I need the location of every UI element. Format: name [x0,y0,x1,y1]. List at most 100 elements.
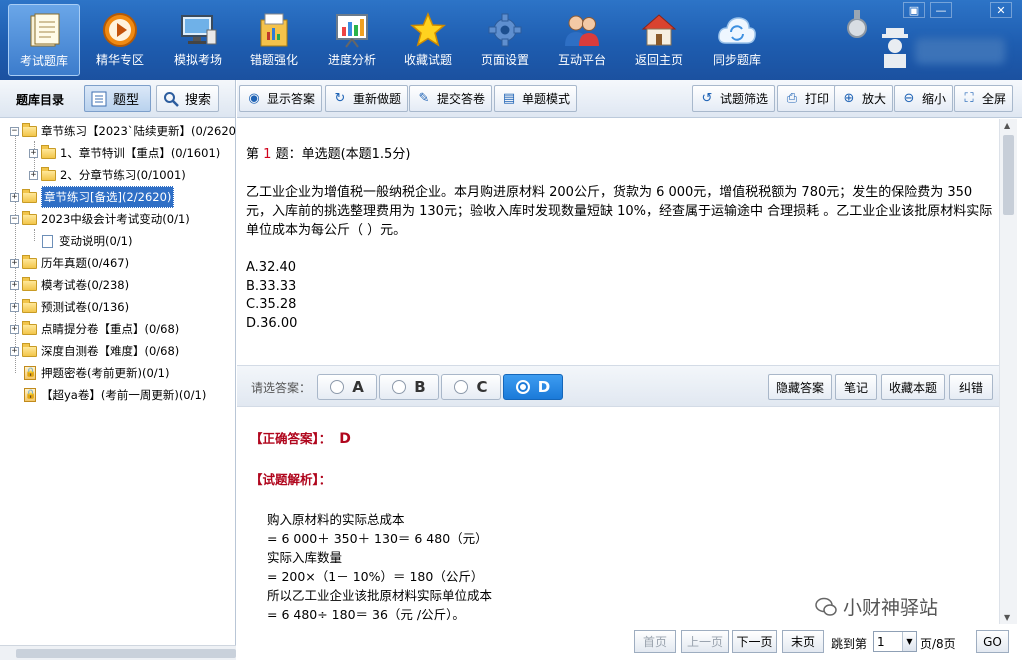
page-total: 页/8页 [920,637,956,651]
favorite-question-button[interactable]: 收藏本题 [881,374,945,400]
first-page-button[interactable]: 首页 [634,630,676,653]
option-d: D.36.00 [246,315,298,331]
tree-node[interactable]: 🔒 押题密卷(考前更新)(0/1) [24,363,169,383]
tree-node[interactable]: + 深度自测卷【难度】(0/68) [10,341,179,361]
folder-icon [41,144,56,159]
plus-icon: ⊕ [843,91,855,106]
fullscreen-icon: ⛶ [964,91,974,106]
tree-node[interactable]: + 点睛提分卷【重点】(0/68) [10,319,179,339]
show-answer-button[interactable]: ◉ 显示答案 [239,85,323,112]
watermark-text: 小财神驿站 [843,597,939,619]
toolbar-label: 模拟考场 [173,53,222,67]
search-label: 搜索 [185,93,212,108]
toolbar-mock-exam[interactable]: 模拟考场 [162,4,234,76]
tree-node[interactable]: 变动说明(0/1) [42,231,132,251]
single-mode-label: 单题模式 [522,92,571,106]
fullscreen-button[interactable]: ⛶ 全屏 [954,85,1014,112]
toolbar-exam-bank[interactable]: 考试题库 [8,4,80,76]
notes-button[interactable]: 笔记 [835,374,877,400]
tree-node[interactable]: − 2023中级会计考试变动(0/1) [10,209,190,229]
collapse-toggle[interactable]: − [10,214,19,224]
submit-button[interactable]: ✎ 提交答卷 [409,85,493,112]
analysis-line: 实际入库数量 [267,550,343,565]
tree-node[interactable]: 🔒 【超ya卷】(考前一周更新)(0/1) [24,385,206,405]
next-page-button[interactable]: 下一页 [732,630,777,653]
toolbar-interaction[interactable]: 互动平台 [546,4,618,76]
choice-a-button[interactable]: A [317,374,377,400]
filter-button[interactable]: ↺ 试题筛选 [692,85,776,112]
by-type-button[interactable]: 题型 [84,85,151,112]
expand-toggle[interactable]: + [10,280,19,290]
expand-toggle[interactable]: + [29,148,38,158]
search-button[interactable]: 搜索 [156,85,219,112]
tree-node[interactable]: + 预测试卷(0/136) [10,297,129,317]
tree-node[interactable]: + 章节练习[备选](2/2620) [10,186,175,208]
question-header: 第 1 题：单选题(本题1.5分) [246,145,1001,164]
expand-toggle[interactable]: + [10,324,19,334]
choice-label: D [537,378,551,396]
redo-label: 重新做题 [353,92,402,106]
zoom-out-label: 缩小 [922,92,947,106]
folder-icon [22,298,37,313]
pagination-bar: 首页 上一页 下一页 末页 跳到第 1 ▼ 页/8页 GO [237,624,1022,660]
expand-toggle[interactable]: + [10,302,19,312]
single-mode-button[interactable]: ▤ 单题模式 [494,85,578,112]
scrollbar-thumb[interactable] [16,649,236,658]
choice-c-button[interactable]: C [441,374,501,400]
expand-toggle[interactable]: + [10,192,19,202]
user-area[interactable] [847,8,1005,70]
last-page-button[interactable]: 末页 [782,630,824,653]
toolbar-page-settings[interactable]: 页面设置 [469,4,541,76]
toolbar-home[interactable]: 返回主页 [623,4,695,76]
hide-answer-button[interactable]: 隐藏答案 [768,374,832,400]
choice-b-button[interactable]: B [379,374,439,400]
toolbar-label: 精华专区 [95,53,144,67]
scroll-up-arrow-icon[interactable]: ▲ [1004,121,1010,130]
home-icon [639,10,679,50]
page-select[interactable]: 1 ▼ [873,631,917,652]
vertical-scrollbar[interactable]: ▲ ▼ [999,119,1017,624]
collapse-toggle[interactable]: − [10,126,19,136]
redo-button[interactable]: ↻ 重新做题 [325,85,409,112]
folder-icon [22,276,37,291]
print-button[interactable]: ⎙ 打印 [777,85,837,112]
choice-d-button[interactable]: D [503,374,563,400]
book-icon [24,11,64,51]
toolbar-favorites[interactable]: 收藏试题 [392,4,464,76]
filter-label: 试题筛选 [720,92,769,106]
toolbar-progress[interactable]: 进度分析 [316,4,388,76]
toolbar-label: 收藏试题 [403,53,452,67]
expand-toggle[interactable]: + [10,346,19,356]
expand-toggle[interactable]: + [10,258,19,268]
catalog-title: 题库目录 [16,93,65,107]
tree-node[interactable]: + 1、章节特训【重点】(0/1601) [29,143,220,163]
scrollbar-thumb[interactable] [1003,135,1014,215]
zoom-in-button[interactable]: ⊕ 放大 [834,85,894,112]
tree-node[interactable]: − 章节练习【2023`陆续更新】(0/2620 [10,121,236,141]
zoom-out-button[interactable]: ⊖ 缩小 [894,85,954,112]
tree-node[interactable]: + 模考试卷(0/238) [10,275,129,295]
tree-node[interactable]: + 2、分章节练习(0/1001) [29,165,186,185]
wechat-icon [815,597,837,616]
zoom-in-label: 放大 [862,92,887,106]
lock-icon: 🔒 [24,388,37,402]
play-icon [100,10,140,50]
answer-bar: 请选答案： A B C D 隐藏答案 笔记 收藏本题 纠错 [237,365,999,407]
choice-label: A [352,378,364,396]
tree-node-label: 2023中级会计考试变动(0/1) [41,212,190,226]
scroll-down-arrow-icon[interactable]: ▼ [1004,613,1010,622]
printer-icon: ⎙ [786,91,798,106]
tree-node-label: 1、章节特训【重点】(0/1601) [60,146,221,160]
toolbar-label: 同步题库 [712,53,761,67]
expand-toggle[interactable]: + [29,170,38,180]
prev-page-button[interactable]: 上一页 [681,630,729,653]
horizontal-scrollbar[interactable] [0,645,236,660]
tree-node[interactable]: + 历年真题(0/467) [10,253,129,273]
toolbar-featured[interactable]: 精华专区 [84,4,156,76]
chevron-down-icon[interactable]: ▼ [902,632,916,651]
toolbar-sync[interactable]: 同步题库 [701,4,773,76]
report-error-button[interactable]: 纠错 [949,374,993,400]
go-button[interactable]: GO [976,630,1009,653]
submit-icon: ✎ [418,91,430,106]
toolbar-wrong-questions[interactable]: 错题强化 [238,4,310,76]
